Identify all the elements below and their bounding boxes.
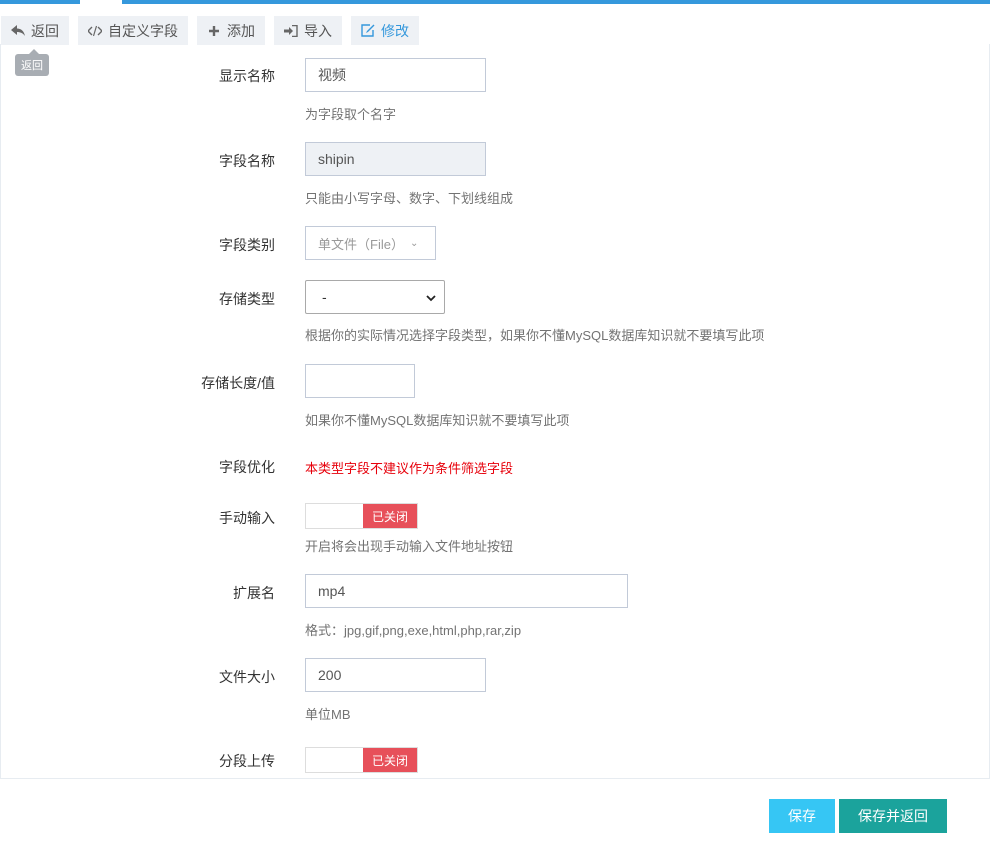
field-type-select[interactable]: 单文件（File） ⌄: [305, 226, 436, 260]
storage-length-label: 存储长度/值: [201, 375, 275, 391]
manual-input-help: 开启将会出现手动输入文件地址按钮: [305, 539, 514, 554]
add-button[interactable]: 添加: [197, 16, 265, 45]
extension-label: 扩展名: [233, 585, 275, 601]
chunk-upload-label: 分段上传: [219, 753, 275, 769]
top-accent-bar: [0, 0, 990, 4]
switch-off-label: 已关闭: [363, 504, 417, 528]
storage-length-input[interactable]: [305, 364, 415, 398]
custom-field-button[interactable]: 自定义字段: [78, 16, 188, 45]
reply-arrow-icon: [11, 24, 25, 38]
field-name-help: 只能由小写字母、数字、下划线组成: [305, 191, 514, 206]
back-button-label: 返回: [31, 22, 59, 39]
storage-type-value: -: [322, 289, 327, 305]
chevron-down-icon: ⌄: [409, 237, 419, 249]
storage-length-help: 如果你不懂MySQL数据库知识就不要填写此项: [305, 413, 570, 428]
display-name-help: 为字段取个名字: [305, 107, 397, 122]
storage-type-label: 存储类型: [219, 291, 275, 307]
field-type-label: 字段类别: [219, 237, 275, 253]
custom-field-button-label: 自定义字段: [108, 22, 178, 39]
extension-input[interactable]: mp4: [305, 574, 628, 608]
file-size-help: 单位MB: [305, 707, 351, 722]
display-name-label: 显示名称: [219, 68, 275, 84]
toolbar: 返回 自定义字段 添加 导入 修改: [1, 16, 419, 45]
save-and-return-button[interactable]: 保存并返回: [839, 799, 947, 833]
file-size-label: 文件大小: [219, 669, 275, 685]
display-name-input[interactable]: 视频: [305, 58, 486, 92]
edit-button[interactable]: 修改: [351, 16, 419, 45]
switch-off-label: 已关闭: [363, 748, 417, 772]
edit-icon: [361, 24, 375, 38]
sign-in-icon: [284, 24, 298, 38]
field-type-value: 单文件（File）: [318, 236, 404, 252]
code-icon: [88, 24, 102, 38]
field-name-label: 字段名称: [219, 153, 275, 169]
field-optimize-label: 字段优化: [219, 459, 275, 475]
back-button[interactable]: 返回: [1, 16, 69, 45]
chunk-upload-switch[interactable]: 已关闭: [305, 747, 418, 773]
field-optimize-warning: 本类型字段不建议作为条件筛选字段: [305, 461, 514, 476]
switch-handle: [306, 748, 363, 772]
plus-icon: [207, 24, 221, 38]
extension-help: 格式：jpg,gif,png,exe,html,php,rar,zip: [305, 623, 522, 638]
manual-input-switch[interactable]: 已关闭: [305, 503, 418, 529]
active-tab-notch: [80, 0, 122, 4]
import-button-label: 导入: [304, 22, 332, 39]
switch-handle: [306, 504, 363, 528]
chevron-down-icon: [426, 289, 436, 305]
file-size-input[interactable]: 200: [305, 658, 486, 692]
field-name-input: shipin: [305, 142, 486, 176]
storage-type-help: 根据你的实际情况选择字段类型，如果你不懂MySQL数据库知识就不要填写此项: [305, 328, 765, 343]
edit-button-label: 修改: [381, 22, 409, 39]
manual-input-label: 手动输入: [219, 510, 275, 526]
save-button[interactable]: 保存: [769, 799, 835, 833]
storage-type-select[interactable]: -: [305, 280, 445, 314]
add-button-label: 添加: [227, 22, 255, 39]
import-button[interactable]: 导入: [274, 16, 342, 45]
